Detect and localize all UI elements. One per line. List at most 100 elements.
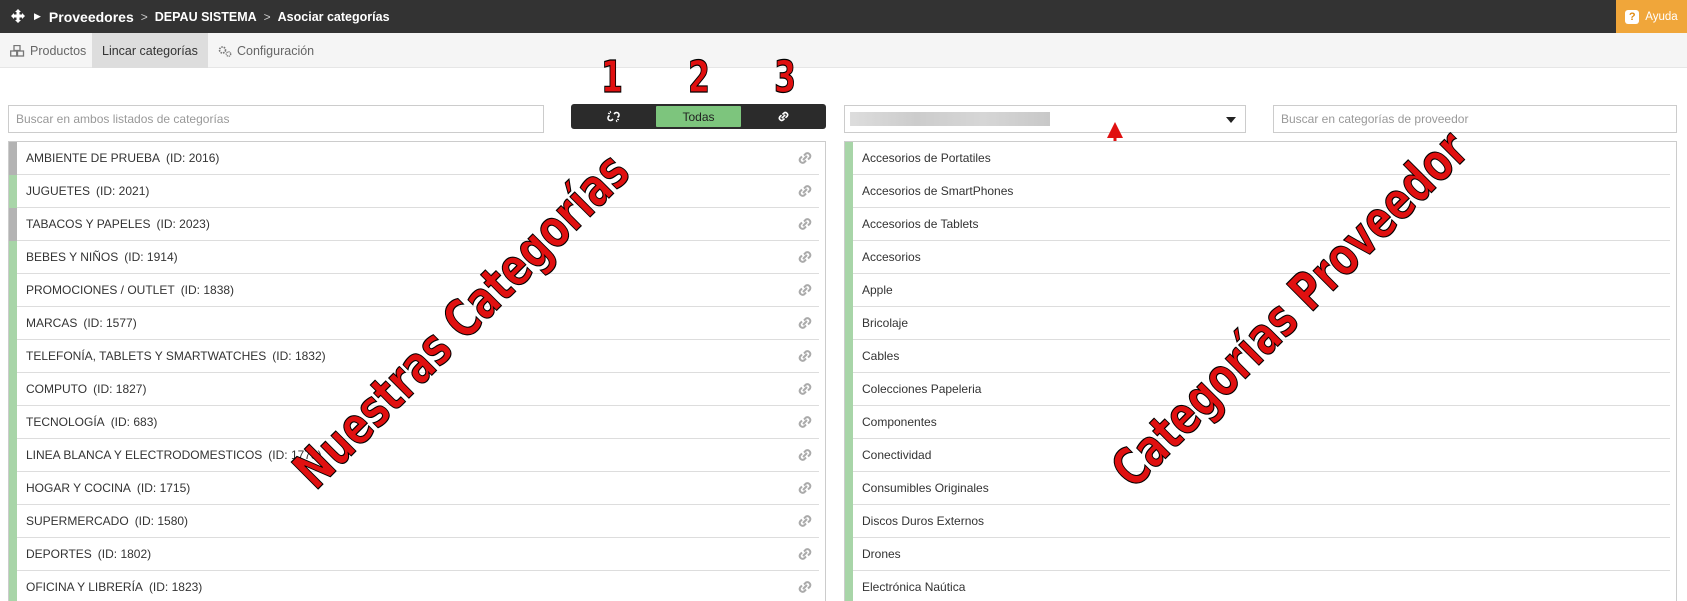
provider-category-name: Cables <box>862 349 900 363</box>
link-status-bar <box>845 307 853 340</box>
tab-bar: Productos Lincar categorías Configuració… <box>0 33 1687 68</box>
category-name: COMPUTO <box>26 382 88 396</box>
provider-category-name: Electrónica Naútica <box>862 580 966 594</box>
category-name: TECNOLOGÍA <box>26 415 105 429</box>
link-status-bar <box>845 274 853 307</box>
annotation-2: 2 <box>688 51 711 103</box>
cubes-icon <box>10 44 25 57</box>
redacted-provider-name <box>850 112 1050 126</box>
question-icon: ? <box>1625 9 1640 24</box>
tab-configuracion[interactable]: Configuración <box>208 33 324 68</box>
category-id: (ID: 1715) <box>136 481 191 495</box>
our-category-row[interactable]: SUPERMERCADO (ID: 1580) <box>9 505 819 538</box>
category-name: OFICINA Y LIBRERÍA <box>26 580 143 594</box>
link-icon[interactable] <box>797 216 813 232</box>
breadcrumb: ▶ Proveedores > DEPAU SISTEMA > Asociar … <box>34 0 390 33</box>
our-category-row[interactable]: DEPORTES (ID: 1802) <box>9 538 819 571</box>
link-status-bar <box>845 439 853 472</box>
link-status-bar <box>9 472 17 505</box>
category-name: JUGUETES <box>26 184 91 198</box>
our-category-row[interactable]: PROMOCIONES / OUTLET (ID: 1838) <box>9 274 819 307</box>
category-name: SUPERMERCADO <box>26 514 129 528</box>
provider-category-row[interactable]: Accesorios de Tablets <box>845 208 1670 241</box>
link-status-bar <box>9 307 17 340</box>
link-status-bar <box>845 208 853 241</box>
our-category-row[interactable]: TABACOS Y PAPELES (ID: 2023) <box>9 208 819 241</box>
our-category-row[interactable]: JUGUETES (ID: 2021) <box>9 175 819 208</box>
search-provider-input[interactable]: Buscar en categorías de proveedor <box>1273 105 1677 133</box>
tab-lincar-categorias[interactable]: Lincar categorías <box>92 33 208 68</box>
link-icon[interactable] <box>797 513 813 529</box>
link-icon <box>778 111 789 122</box>
link-status-bar <box>9 340 17 373</box>
provider-select[interactable] <box>844 105 1246 133</box>
our-category-row[interactable]: LINEA BLANCA Y ELECTRODOMESTICOS (ID: 177… <box>9 439 819 472</box>
provider-category-row[interactable]: Drones <box>845 538 1670 571</box>
link-status-bar <box>9 274 17 307</box>
home-icon[interactable] <box>10 8 26 24</box>
provider-category-name: Conectividad <box>862 448 932 462</box>
link-status-bar <box>9 439 17 472</box>
link-status-bar <box>845 571 853 601</box>
link-icon[interactable] <box>797 150 813 166</box>
provider-category-row[interactable]: Conectividad <box>845 439 1670 472</box>
provider-category-row[interactable]: Electrónica Naútica <box>845 571 1670 601</box>
link-icon[interactable] <box>797 249 813 265</box>
link-icon[interactable] <box>797 579 813 595</box>
search-both-input[interactable]: Buscar en ambos listados de categorías <box>8 105 544 133</box>
help-label: Ayuda <box>1645 10 1678 23</box>
provider-category-name: Colecciones Papeleria <box>862 382 982 396</box>
tab-label: Configuración <box>237 43 315 58</box>
provider-category-name: Discos Duros Externos <box>862 514 985 528</box>
provider-category-row[interactable]: Accesorios de SmartPhones <box>845 175 1670 208</box>
our-category-row[interactable]: BEBES Y NIÑOS (ID: 1914) <box>9 241 819 274</box>
link-icon[interactable] <box>797 282 813 298</box>
link-icon[interactable] <box>797 315 813 331</box>
link-icon[interactable] <box>797 414 813 430</box>
link-status-bar <box>845 142 853 175</box>
category-id: (ID: 1827) <box>93 382 147 396</box>
breadcrumb-separator: > <box>140 9 148 24</box>
link-status-bar <box>9 208 17 241</box>
provider-category-row[interactable]: Consumibles Originales <box>845 472 1670 505</box>
link-icon[interactable] <box>797 546 813 562</box>
our-category-row[interactable]: AMBIENTE DE PRUEBA (ID: 2016) <box>9 142 819 175</box>
provider-category-row[interactable]: Discos Duros Externos <box>845 505 1670 538</box>
provider-category-name: Accesorios de Portatiles <box>862 151 991 165</box>
category-name: TABACOS Y PAPELES <box>26 217 151 231</box>
provider-category-name: Accesorios de Tablets <box>862 217 979 231</box>
provider-category-name: Consumibles Originales <box>862 481 989 495</box>
breadcrumb-providers[interactable]: Proveedores <box>49 9 134 25</box>
category-id: (ID: 2023) <box>156 217 210 231</box>
our-category-row[interactable]: TECNOLOGÍA (ID: 683) <box>9 406 819 439</box>
link-icon[interactable] <box>797 381 813 397</box>
category-id: (ID: 1838) <box>180 283 235 297</box>
provider-category-row[interactable]: Accesorios de Portatiles <box>845 142 1670 175</box>
category-id: (ID: 2016) <box>166 151 220 165</box>
filter-linked-button[interactable] <box>741 104 826 129</box>
link-status-bar <box>9 142 17 175</box>
link-icon[interactable] <box>797 480 813 496</box>
link-icon[interactable] <box>797 348 813 364</box>
breadcrumb-provider[interactable]: DEPAU SISTEMA <box>155 10 257 24</box>
unlink-icon <box>607 110 620 123</box>
provider-category-row[interactable]: Componentes <box>845 406 1670 439</box>
our-category-row[interactable]: OFICINA Y LIBRERÍA (ID: 1823) <box>9 571 819 601</box>
category-name: BEBES Y NIÑOS <box>26 250 119 264</box>
our-category-row[interactable]: HOGAR Y COCINA (ID: 1715) <box>9 472 819 505</box>
link-icon[interactable] <box>797 183 813 199</box>
tab-productos[interactable]: Productos <box>0 33 96 68</box>
link-status-bar <box>9 538 17 571</box>
filter-unlinked-button[interactable] <box>571 104 656 129</box>
provider-category-name: Componentes <box>862 415 937 429</box>
tab-label: Productos <box>30 43 87 58</box>
breadcrumb-current: Asociar categorías <box>277 9 390 24</box>
category-name: MARCAS <box>26 316 78 330</box>
provider-category-name: Drones <box>862 547 901 561</box>
provider-category-name: Accesorios <box>862 250 921 264</box>
link-icon[interactable] <box>797 447 813 463</box>
category-name: DEPORTES <box>26 547 92 561</box>
filter-all-button[interactable]: Todas <box>656 106 741 127</box>
provider-category-row[interactable]: Accesorios <box>845 241 1670 274</box>
help-button[interactable]: ? Ayuda <box>1616 0 1687 33</box>
